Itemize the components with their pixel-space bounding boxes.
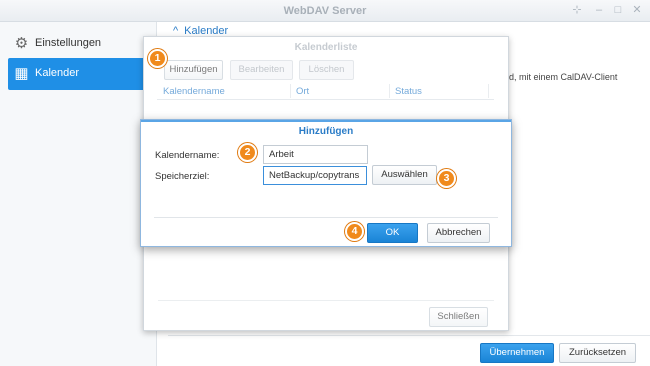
dialog-accent-bar (141, 120, 511, 122)
calendar-name-field[interactable] (263, 145, 368, 164)
minimize-icon[interactable]: – (592, 3, 606, 17)
sidebar-item-label: Einstellungen (35, 37, 102, 49)
add-calendar-dialog: Hinzufügen Kalendername: Speicherziel: A… (140, 119, 512, 247)
sidebar-item-calendar[interactable]: ▦ Kalender (8, 58, 149, 90)
step-badge: 2 (238, 143, 257, 162)
divider (154, 217, 498, 218)
cancel-button[interactable]: Abbrechen (427, 223, 490, 243)
sidebar-item-settings[interactable]: ⚙ Einstellungen (8, 28, 149, 60)
step-badge: 4 (345, 222, 364, 241)
step-badge: 1 (148, 49, 167, 68)
close-icon[interactable]: ✕ (630, 3, 644, 17)
pin-icon[interactable]: ⊹ (570, 3, 584, 17)
step-badge: 3 (437, 169, 456, 188)
window-title: WebDAV Server (283, 5, 367, 17)
storage-target-label: Speicherziel: (155, 171, 210, 182)
dialog-title: Hinzufügen (298, 126, 354, 137)
sidebar-item-label: Kalender (35, 67, 80, 79)
gear-icon: ⚙ (14, 35, 29, 52)
ok-button[interactable]: OK (367, 223, 418, 243)
reset-button[interactable]: Zurücksetzen (559, 343, 636, 363)
browse-button[interactable]: Auswählen (372, 165, 437, 185)
maximize-icon[interactable]: □ (611, 3, 625, 17)
storage-target-field[interactable] (263, 166, 367, 185)
window-titlebar: WebDAV Server ⊹ – □ ✕ (0, 0, 650, 22)
divider (168, 335, 650, 336)
calendar-name-label: Kalendername: (155, 150, 220, 161)
apply-button[interactable]: Übernehmen (480, 343, 554, 363)
description-text: d, mit einem CalDAV-Client (509, 72, 618, 82)
calendar-icon: ▦ (14, 65, 29, 82)
sidebar: ⚙ Einstellungen ▦ Kalender (0, 22, 157, 366)
